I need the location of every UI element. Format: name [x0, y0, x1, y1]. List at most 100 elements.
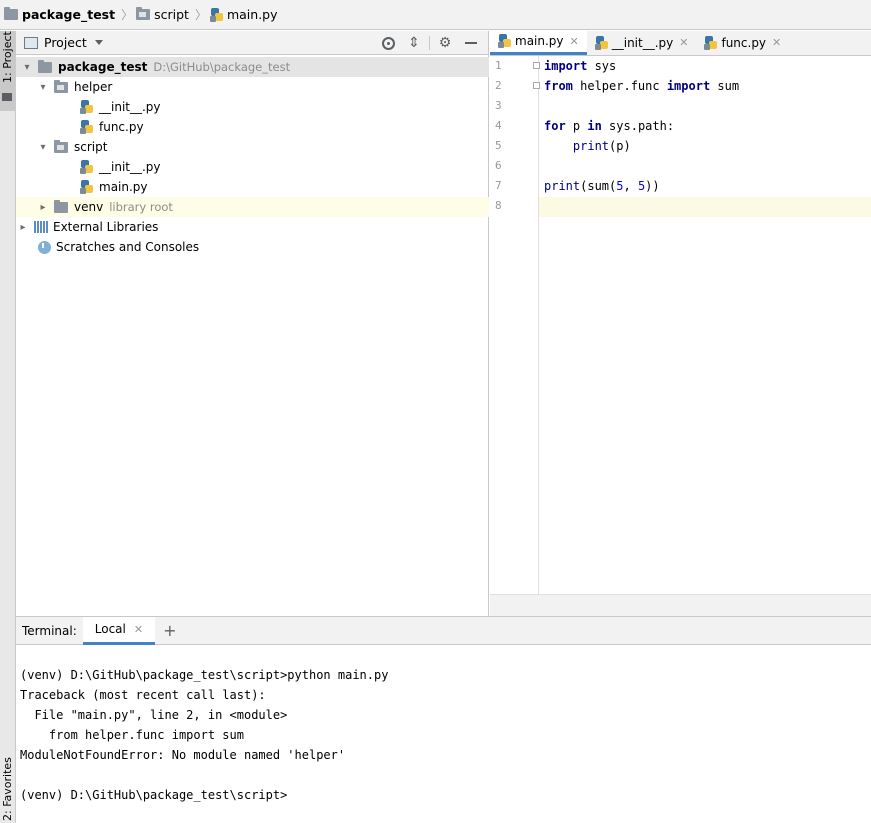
code-token: print [572, 139, 610, 153]
tree-item-label: Scratches and Consoles [56, 240, 200, 254]
line-number: 2 [495, 79, 502, 92]
tree-item-scratches[interactable]: Scratches and Consoles [16, 237, 489, 257]
code-line[interactable]: print(sum(5, 5)) [544, 176, 660, 196]
tree-item-func-py[interactable]: func.py [16, 117, 489, 137]
code-line[interactable]: from helper.func import sum [544, 76, 739, 96]
tree-item-external-libraries[interactable]: ▸ External Libraries [16, 217, 489, 237]
breadcrumb-label: package_test [22, 7, 116, 22]
code-line[interactable]: import sys [544, 56, 616, 76]
breadcrumb-package-test[interactable]: package_test [4, 0, 119, 30]
package-folder-icon [54, 139, 68, 153]
chevron-down-icon[interactable]: ▾ [22, 62, 32, 73]
breadcrumb-script[interactable]: script [136, 0, 193, 30]
editor-tab-bar: main.py ✕ __init__.py ✕ func.py ✕ [490, 30, 871, 56]
tree-item-helper[interactable]: ▾ helper [16, 77, 489, 97]
python-file-icon [498, 34, 512, 48]
fold-icon[interactable] [533, 62, 540, 69]
close-icon[interactable]: ✕ [570, 35, 579, 48]
hide-panel-button[interactable] [458, 31, 484, 55]
chevron-right-icon[interactable]: ▸ [18, 222, 28, 233]
settings-button[interactable]: ⚙ [432, 31, 458, 55]
close-icon[interactable]: ✕ [679, 36, 688, 49]
chevron-right-icon: 〉 [194, 8, 207, 22]
gear-icon: ⚙ [438, 35, 452, 51]
tree-item-label: External Libraries [53, 220, 159, 234]
code-line[interactable]: print(p) [544, 136, 631, 156]
fold-icon[interactable] [533, 82, 540, 89]
collapse-all-button[interactable]: ⇕ [401, 31, 427, 55]
scratches-icon [38, 240, 51, 254]
chevron-right-icon[interactable]: ▸ [38, 202, 48, 213]
code-area[interactable]: import sys from helper.func import sum f… [540, 56, 871, 594]
project-tool-button[interactable]: 1: Project [0, 31, 15, 111]
tab-func-py[interactable]: func.py ✕ [696, 30, 789, 55]
tree-item-venv[interactable]: ▸ venv library root [16, 197, 489, 217]
code-token: helper.func [572, 79, 667, 93]
tree-item-package-test[interactable]: ▾ package_test D:\GitHub\package_test [16, 57, 489, 77]
target-icon [381, 36, 395, 50]
close-icon[interactable]: ✕ [134, 623, 143, 636]
tree-item-script[interactable]: ▾ script [16, 137, 489, 157]
terminal-tab-local[interactable]: Local ✕ [82, 616, 156, 645]
folder-icon [54, 199, 68, 213]
close-icon[interactable]: ✕ [772, 36, 781, 49]
tab-main-py[interactable]: main.py ✕ [490, 30, 587, 55]
code-token: p [565, 119, 588, 133]
locate-file-button[interactable] [375, 31, 401, 55]
tree-item-label: helper [74, 80, 113, 94]
code-token: for [544, 119, 566, 133]
code-token: (p) [609, 139, 631, 153]
library-icon [34, 221, 48, 233]
breadcrumb-main-py[interactable]: main.py [209, 0, 282, 30]
tab-init-py[interactable]: __init__.py ✕ [587, 30, 697, 55]
line-number: 7 [495, 179, 502, 192]
chevron-down-icon[interactable] [94, 40, 103, 45]
project-view-icon [24, 36, 38, 49]
code-line[interactable]: for p in sys.path: [544, 116, 674, 136]
project-panel: Project ⇕ ⚙ ▾ package_test D:\GitHub\pac… [16, 31, 489, 616]
tree-item-label: main.py [99, 180, 148, 194]
terminal-tab-label: Local [94, 622, 126, 636]
line-number: 8 [495, 199, 502, 212]
terminal-line: (venv) D:\GitHub\package_test\script>pyt… [20, 668, 389, 682]
tree-item-helper-init[interactable]: __init__.py [16, 97, 489, 117]
left-tool-strip: 1: Project 2: Favorites [0, 31, 16, 823]
python-file-icon [80, 180, 94, 194]
code-token: sys [587, 59, 617, 73]
breadcrumb-label: script [154, 7, 189, 22]
line-number: 4 [495, 119, 502, 132]
editor-breadcrumb-bar [490, 594, 871, 616]
tree-item-main-py[interactable]: main.py [16, 177, 489, 197]
collapse-icon: ⇕ [408, 35, 420, 51]
code-token: import [544, 59, 588, 73]
package-folder-icon [54, 79, 68, 93]
tree-item-script-init[interactable]: __init__.py [16, 157, 489, 177]
python-file-icon [594, 35, 609, 50]
python-file-icon [209, 7, 224, 22]
terminal-line: Traceback (most recent call last): [20, 688, 266, 702]
tree-item-label: package_test [58, 60, 148, 74]
line-number-gutter: 1 2 3 4 5 6 7 8 [490, 56, 540, 594]
line-number: 3 [495, 99, 502, 112]
project-tool-label: 1: Project [1, 31, 14, 83]
code-token: import [666, 79, 711, 93]
code-editor: main.py ✕ __init__.py ✕ func.py ✕ 1 2 3 … [490, 30, 871, 616]
python-file-icon [80, 160, 94, 174]
breadcrumb-label: main.py [226, 7, 278, 22]
navigation-bar: package_test 〉 script 〉 main.py [0, 0, 871, 30]
line-number: 1 [495, 59, 502, 72]
line-number: 6 [495, 159, 502, 172]
terminal-output[interactable]: (venv) D:\GitHub\package_test\script>pyt… [20, 665, 388, 805]
chevron-down-icon[interactable]: ▾ [38, 82, 48, 93]
project-view-selector[interactable]: Project [44, 35, 87, 50]
terminal-line: File "main.py", line 2, in <module> [20, 708, 288, 722]
chevron-down-icon[interactable]: ▾ [38, 142, 48, 153]
new-terminal-button[interactable]: + [163, 621, 176, 640]
chevron-right-icon: 〉 [121, 8, 134, 22]
toolbar-divider [429, 36, 430, 50]
python-file-icon [704, 35, 718, 50]
terminal-line: ModuleNotFoundError: No module named 'he… [20, 748, 346, 762]
folder-icon [136, 7, 151, 20]
